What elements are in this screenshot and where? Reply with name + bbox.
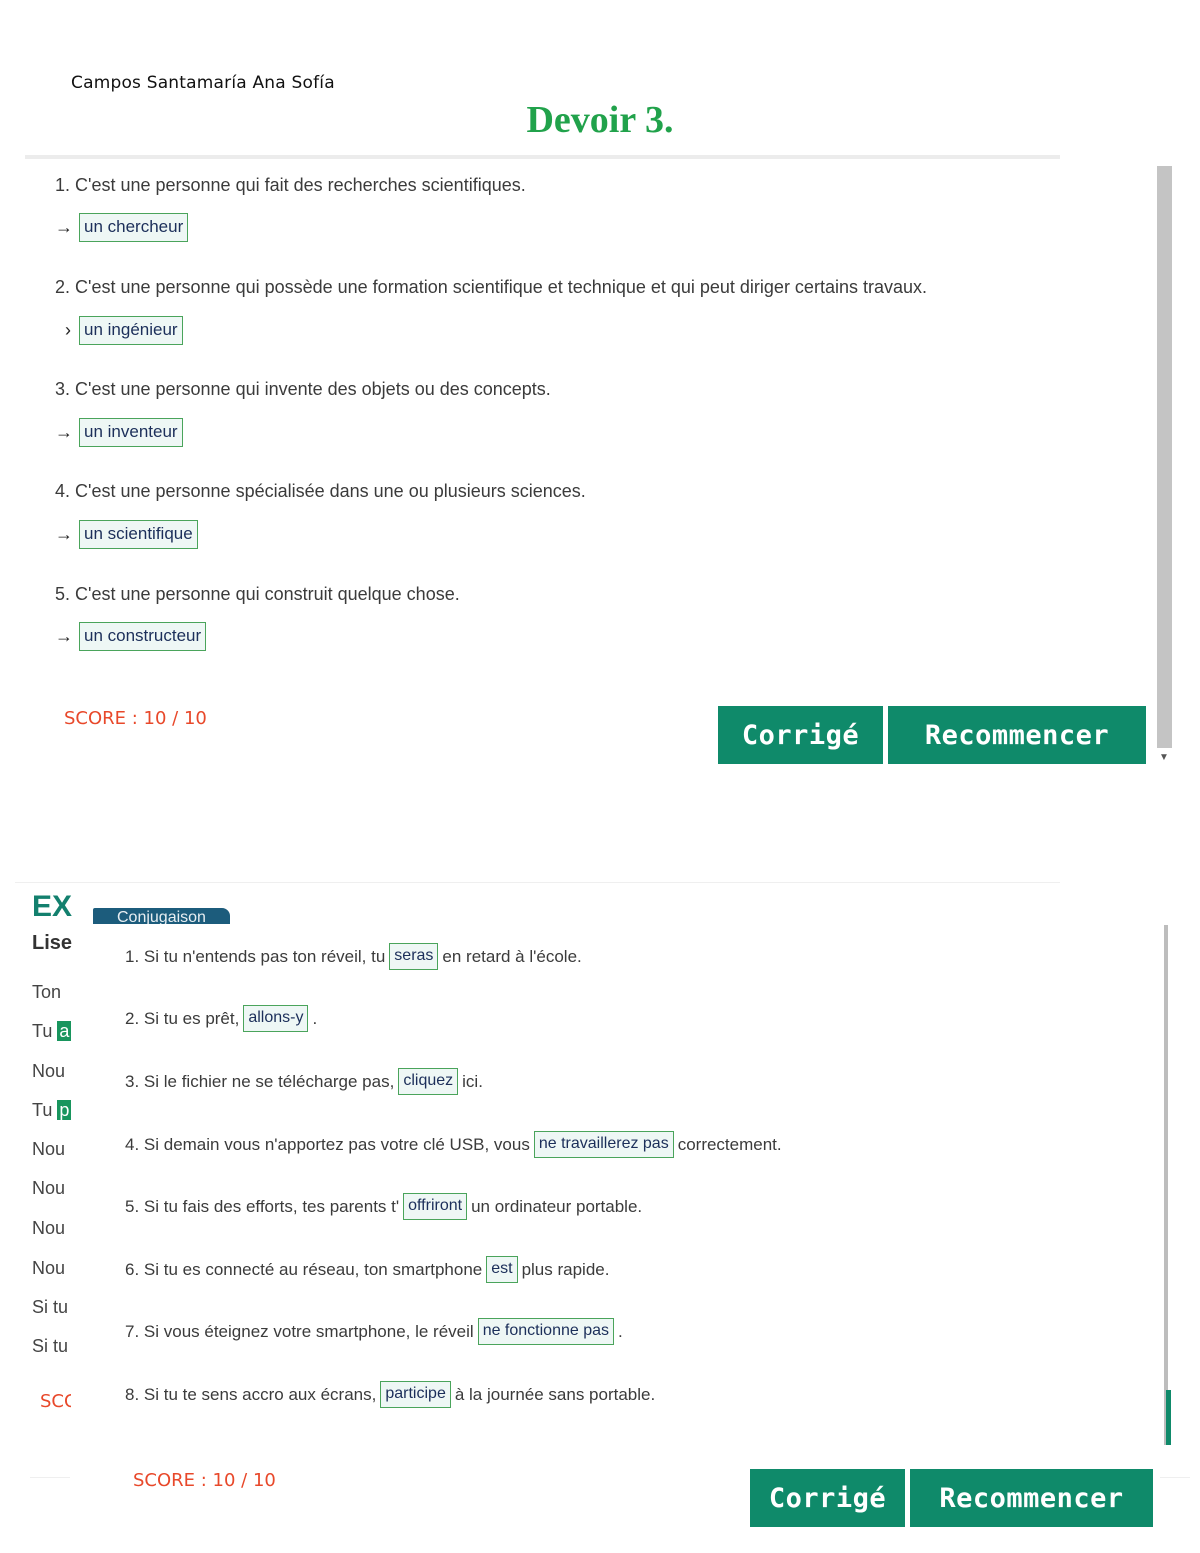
answer-row-1: → un chercheur bbox=[55, 213, 189, 242]
sentence-text: . bbox=[618, 1321, 623, 1341]
panel-top-divider bbox=[25, 155, 1060, 159]
sentence-text: à la journée sans portable. bbox=[454, 1384, 656, 1404]
sentence-1: 1. Si tu n'entends pas ton réveil, tu se… bbox=[125, 943, 582, 970]
answer-field[interactable]: seras bbox=[389, 943, 439, 970]
arrow-right-icon: → bbox=[55, 626, 73, 646]
question-number: 4. bbox=[55, 481, 71, 501]
answer-field[interactable]: ne fonctionne pas bbox=[477, 1318, 615, 1345]
document-title: Devoir 3. bbox=[526, 99, 674, 141]
answer-field[interactable]: ne travaillerez pas bbox=[533, 1131, 674, 1158]
answer-field[interactable]: est bbox=[486, 1256, 518, 1283]
caret-down-icon[interactable]: ▼ bbox=[1159, 752, 1169, 763]
answer-field[interactable]: participe bbox=[380, 1381, 451, 1408]
sentence-text: 6. Si tu es connecté au réseau, ton smar… bbox=[125, 1259, 483, 1279]
recommencer-button[interactable]: Recommencer bbox=[888, 706, 1146, 764]
question-4: 4. C'est une personne spécialisée dans u… bbox=[55, 481, 586, 502]
left-fragment: Si tu bbox=[32, 1336, 69, 1356]
sentence-text: plus rapide. bbox=[521, 1259, 610, 1279]
arrow-right-icon: → bbox=[55, 422, 73, 442]
question-text: C'est une personne qui construit quelque… bbox=[75, 584, 460, 604]
answer-row-3: → un inventeur bbox=[55, 418, 183, 447]
sentence-5: 5. Si tu fais des efforts, tes parents t… bbox=[125, 1193, 642, 1220]
answer-field[interactable]: un ingénieur bbox=[79, 316, 183, 345]
background-button-edge bbox=[1166, 1390, 1171, 1445]
sentence-text: correctement. bbox=[677, 1134, 782, 1154]
answer-row-5: → un constructeur bbox=[55, 622, 207, 651]
sentence-text: 5. Si tu fais des efforts, tes parents t… bbox=[125, 1196, 400, 1216]
sentence-3: 3. Si le fichier ne se télécharge pas, c… bbox=[125, 1068, 483, 1095]
sentence-text: 1. Si tu n'entends pas ton réveil, tu bbox=[125, 946, 386, 966]
panel-bottom-divider bbox=[1160, 1477, 1190, 1478]
panel-top-divider-2 bbox=[15, 882, 1060, 883]
sentence-8: 8. Si tu te sens accro aux écrans, parti… bbox=[125, 1381, 655, 1408]
student-name: Campos Santamaría Ana Sofía bbox=[71, 73, 335, 93]
left-fragment-text: Tu bbox=[32, 1100, 53, 1120]
corrige-button[interactable]: Corrigé bbox=[718, 706, 883, 764]
left-fragment: Nou bbox=[32, 1178, 66, 1198]
question-number: 5. bbox=[55, 584, 71, 604]
corrige-button[interactable]: Corrigé bbox=[750, 1469, 905, 1527]
sentence-2: 2. Si tu es prêt, allons-y . bbox=[125, 1005, 317, 1032]
left-fragment: Ton bbox=[32, 982, 62, 1002]
exercise-title: EX bbox=[32, 890, 73, 923]
sentence-text: 2. Si tu es prêt, bbox=[125, 1008, 240, 1028]
scrollbar-thumb[interactable] bbox=[1157, 166, 1172, 748]
answer-field[interactable]: un chercheur bbox=[79, 213, 189, 242]
question-3: 3. C'est une personne qui invente des ob… bbox=[55, 379, 551, 400]
answer-field[interactable]: un inventeur bbox=[79, 418, 183, 447]
left-fragment: Nou bbox=[32, 1139, 66, 1159]
sentence-text: ici. bbox=[462, 1071, 483, 1091]
sentence-4: 4. Si demain vous n'apportez pas votre c… bbox=[125, 1131, 782, 1158]
sentence-text: 7. Si vous éteignez votre smartphone, le… bbox=[125, 1321, 474, 1341]
left-fragment: Tu p bbox=[32, 1100, 72, 1121]
question-number: 2. bbox=[55, 277, 71, 297]
left-fragment: Nou bbox=[32, 1258, 66, 1278]
sentence-7: 7. Si vous éteignez votre smartphone, le… bbox=[125, 1318, 623, 1345]
answer-row-4: → un scientifique bbox=[55, 520, 198, 549]
highlighted-answer: a bbox=[57, 1021, 72, 1041]
answer-field[interactable]: cliquez bbox=[398, 1068, 459, 1095]
score-label: SCORE : 10 / 10 bbox=[64, 708, 207, 729]
question-number: 3. bbox=[55, 379, 71, 399]
sentence-text: 3. Si le fichier ne se télécharge pas, bbox=[125, 1071, 395, 1091]
left-fragment: Nou bbox=[32, 1218, 66, 1238]
question-text: C'est une personne qui possède une forma… bbox=[75, 277, 927, 297]
sentence-text: 8. Si tu te sens accro aux écrans, bbox=[125, 1384, 377, 1404]
scrollbar-track[interactable] bbox=[1164, 925, 1168, 1445]
answer-field[interactable]: un scientifique bbox=[79, 520, 198, 549]
sentence-text: 4. Si demain vous n'apportez pas votre c… bbox=[125, 1134, 530, 1154]
question-text: C'est une personne qui fait des recherch… bbox=[75, 175, 526, 195]
score-label: SCORE : 10 / 10 bbox=[133, 1470, 276, 1491]
highlighted-answer: p bbox=[57, 1100, 72, 1120]
sentence-text: . bbox=[312, 1008, 318, 1028]
answer-row-2: › un ingénieur bbox=[55, 316, 183, 345]
left-fragment: Si tu bbox=[32, 1297, 69, 1317]
score-fragment: SCC bbox=[40, 1391, 71, 1412]
question-text: C'est une personne qui invente des objet… bbox=[75, 379, 551, 399]
instruction-fragment: Lise bbox=[32, 932, 73, 954]
left-fragment: Tu a bbox=[32, 1021, 72, 1042]
question-5: 5. C'est une personne qui construit quel… bbox=[55, 584, 460, 605]
answer-field[interactable]: offriront bbox=[403, 1193, 468, 1220]
arrow-right-icon: → bbox=[55, 217, 73, 237]
answer-field[interactable]: allons-y bbox=[243, 1005, 309, 1032]
recommencer-button[interactable]: Recommencer bbox=[910, 1469, 1153, 1527]
arrow-right-icon: → bbox=[55, 524, 73, 544]
chevron-right-icon: › bbox=[65, 320, 71, 340]
question-number: 1. bbox=[55, 175, 71, 195]
question-2: 2. C'est une personne qui possède une fo… bbox=[55, 277, 927, 298]
category-tab: Conjugaison bbox=[93, 908, 230, 924]
left-fragment: Nou bbox=[32, 1061, 66, 1081]
answer-field[interactable]: un constructeur bbox=[79, 622, 207, 651]
question-text: C'est une personne spécialisée dans une … bbox=[75, 481, 586, 501]
sentence-6: 6. Si tu es connecté au réseau, ton smar… bbox=[125, 1256, 609, 1283]
sentence-text: un ordinateur portable. bbox=[471, 1196, 643, 1216]
panel-bottom-divider bbox=[30, 1477, 70, 1478]
question-1: 1. C'est une personne qui fait des reche… bbox=[55, 175, 526, 196]
sentence-text: en retard à l'école. bbox=[442, 946, 582, 966]
left-fragment-text: Tu bbox=[32, 1021, 53, 1041]
